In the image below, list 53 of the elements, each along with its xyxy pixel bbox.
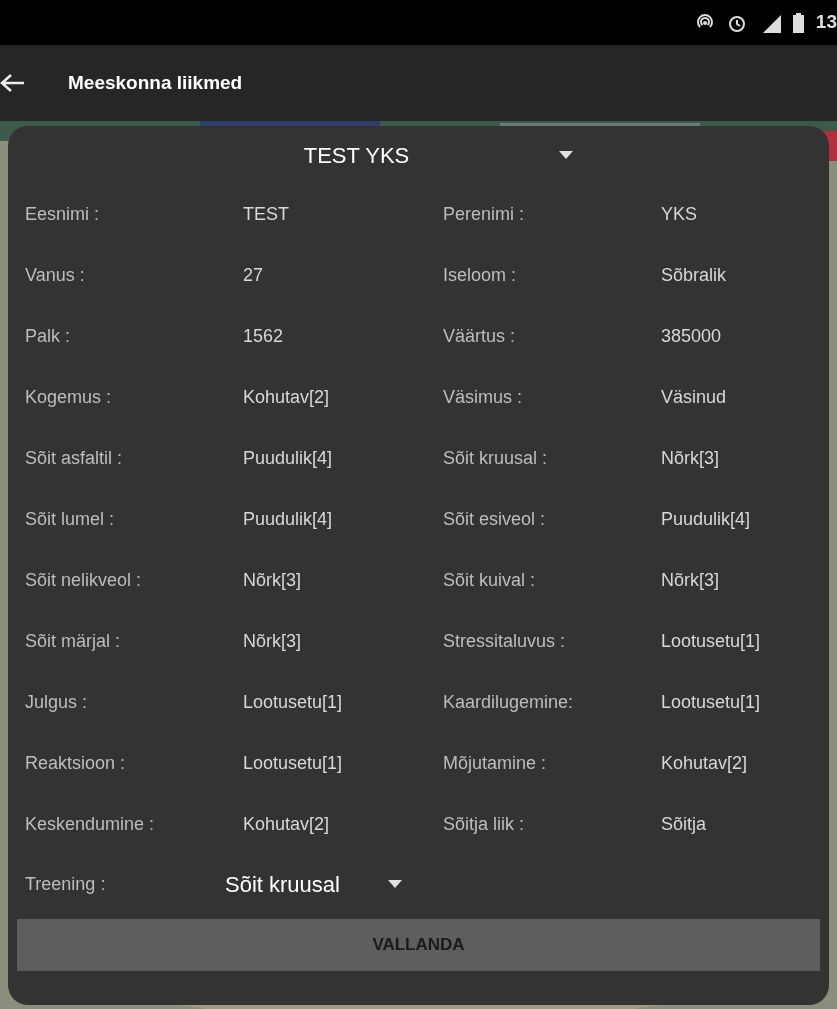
field-label: Sõitja liik : [442,813,526,836]
status-time: 13 [815,10,837,35]
field-label: Sõit märjal : [24,630,122,653]
field-value: Puudulik[4] [660,508,752,531]
back-arrow-icon[interactable] [0,73,24,93]
field-label: Iseloom : [442,264,518,287]
field-label: Perenimi : [442,203,526,226]
dropdown-caret-icon [387,880,402,888]
battery-icon [792,12,804,33]
field-value: Kohutav[2] [660,752,749,775]
field-value: Nõrk[3] [660,447,721,470]
dropdown-caret-icon [559,151,574,159]
field-value: 1562 [242,325,285,348]
field-label: Palk : [24,325,72,348]
field-label: Mõjutamine : [442,752,548,775]
field-value: Nõrk[3] [242,569,303,592]
field-label: Stressitaluvus : [442,630,567,653]
member-dropdown[interactable]: TEST YKS [17,126,820,184]
field-value: 27 [242,264,265,287]
field-value: Nõrk[3] [660,569,721,592]
field-value: Lootusetu[1] [242,752,344,775]
field-label: Sõit nelikveol : [24,569,143,592]
field-value: Lootusetu[1] [660,691,762,714]
field-label: Väärtus : [442,325,517,348]
field-label: Väsimus : [442,386,524,409]
training-label: Treening : [24,872,107,896]
field-label: Sõit lumel : [24,508,116,531]
field-label: Eesnimi : [24,203,101,226]
field-value: Kohutav[2] [242,386,331,409]
field-value: Puudulik[4] [242,508,334,531]
field-label: Kaardilugemine: [442,691,575,714]
field-label: Sõit esiveol : [442,508,547,531]
field-value: Kohutav[2] [242,813,331,836]
training-dropdown[interactable]: Sõit kruusal [225,867,402,901]
field-label: Sõit asfaltil : [24,447,124,470]
field-value: TEST [242,203,290,226]
field-value: Sõbralik [660,264,728,287]
field-value: Nõrk[3] [242,630,303,653]
field-label: Sõit kuival : [442,569,537,592]
field-label: Vanus : [24,264,86,287]
field-value: Väsinud [660,386,728,409]
field-value: 385000 [660,325,723,348]
field-value: Puudulik[4] [242,447,334,470]
field-value: Lootusetu[1] [242,691,344,714]
field-label: Reaktsioon : [24,752,127,775]
field-label: Julgus : [24,691,89,714]
field-label: Sõit kruusal : [442,447,549,470]
field-value: Sõitja [660,813,708,836]
field-label: Kogemus : [24,386,113,409]
field-value: YKS [660,203,699,226]
app-bar-title: Meeskonna liikmed [68,70,243,95]
field-value: Lootusetu[1] [660,630,762,653]
field-label: Keskendumine : [24,813,156,836]
